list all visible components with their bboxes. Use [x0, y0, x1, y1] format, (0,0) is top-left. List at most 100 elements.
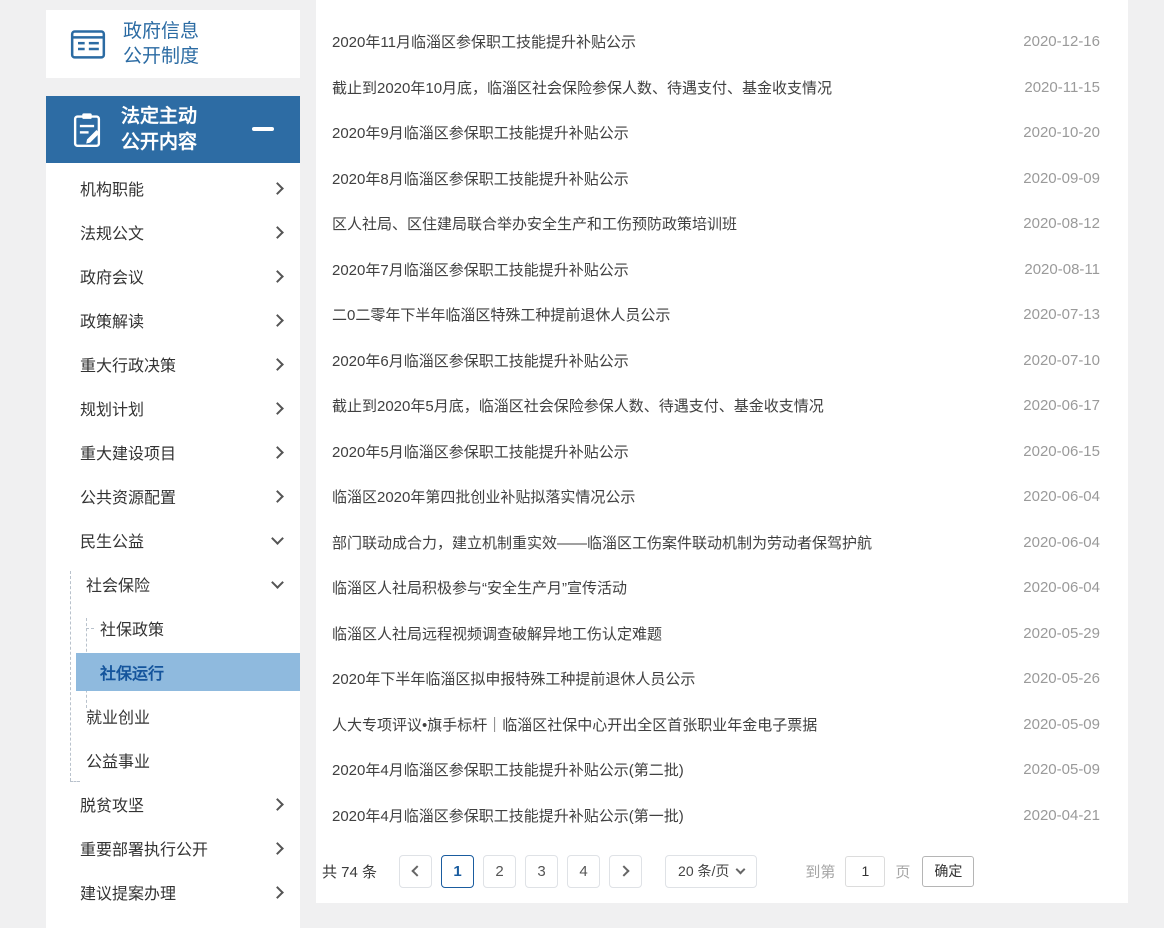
news-row[interactable]: 2020年11月临淄区参保职工技能提升补贴公示 2020-12-16: [332, 19, 1100, 65]
sidebar-item-label: 社会保险: [86, 572, 150, 596]
sidebar-item-jiuye-chuangye[interactable]: 就业创业: [46, 694, 300, 738]
page-size-select[interactable]: 20 条/页: [665, 855, 757, 888]
news-title[interactable]: 2020年4月临淄区参保职工技能提升补贴公示(第二批): [332, 759, 684, 780]
collapse-minus-icon[interactable]: [252, 127, 274, 131]
news-date: 2020-05-29: [1023, 625, 1100, 642]
page-button-3[interactable]: 3: [525, 855, 558, 888]
sidebar-item-label: 建议提案办理: [80, 880, 176, 904]
news-row[interactable]: 2020年6月临淄区参保职工技能提升补贴公示2020-07-10: [332, 338, 1100, 384]
news-title[interactable]: 二0二零年下半年临淄区特殊工种提前退休人员公示: [332, 304, 670, 325]
sidebar-item-zhongda-jianshe-xiangmu[interactable]: 重大建设项目: [46, 430, 300, 474]
news-date: 2020-05-09: [1023, 716, 1100, 733]
news-date: 2020-12-16: [1023, 33, 1100, 50]
sidebar-section-statutory-disclosure[interactable]: 法定主动 公开内容: [46, 96, 300, 163]
sidebar-item-jianyi-tian-banli[interactable]: 建议提案办理: [46, 870, 300, 914]
sidebar-item-label: 重大建设项目: [80, 440, 176, 464]
sidebar-item-gonggong-ziyuan-peizhi[interactable]: 公共资源配置: [46, 474, 300, 518]
news-title[interactable]: 2020年下半年临淄区拟申报特殊工种提前退休人员公示: [332, 668, 695, 689]
goto-page-group: 到第 页: [805, 856, 910, 887]
news-row[interactable]: 截止到2020年5月底，临淄区社会保险参保人数、待遇支付、基金收支情况2020-…: [332, 383, 1100, 429]
news-title[interactable]: 部门联动成合力，建立机制重实效——临淄区工伤案件联动机制为劳动者保驾护航: [332, 532, 872, 553]
chevron-right-icon: [271, 226, 284, 239]
next-page-button[interactable]: [609, 855, 642, 888]
news-title[interactable]: 临淄区人社局积极参与“安全生产月”宣传活动: [332, 577, 627, 598]
clipboard-pencil-icon: [68, 110, 106, 150]
sidebar-section-gov-info-disclosure[interactable]: 政府信息 公开制度: [46, 10, 300, 78]
page-size-label: 20 条/页: [678, 861, 729, 881]
page-button-2[interactable]: 2: [483, 855, 516, 888]
chevron-right-icon: [271, 402, 284, 415]
news-title[interactable]: 2020年7月临淄区参保职工技能提升补贴公示: [332, 259, 629, 280]
news-title[interactable]: 2020年11月临淄区参保职工技能提升补贴公示: [332, 31, 636, 52]
page-button-1[interactable]: 1: [441, 855, 474, 888]
news-date: 2020-05-26: [1023, 670, 1100, 687]
goto-page-input[interactable]: [845, 856, 885, 887]
news-row[interactable]: 2020年7月临淄区参保职工技能提升补贴公示 2020-08-11: [332, 247, 1100, 293]
page-button-4[interactable]: 4: [567, 855, 600, 888]
news-row[interactable]: 2020年5月临淄区参保职工技能提升补贴公示 2020-06-15: [332, 429, 1100, 475]
sidebar-item-jigou-zhineng[interactable]: 机构职能: [46, 166, 300, 210]
news-row[interactable]: 临淄区人社局远程视频调查破解异地工伤认定难题 2020-05-29: [332, 611, 1100, 657]
news-row[interactable]: 部门联动成合力，建立机制重实效——临淄区工伤案件联动机制为劳动者保驾护航 2020…: [332, 520, 1100, 566]
news-title[interactable]: 临淄区2020年第四批创业补贴拟落实情况公示: [332, 486, 635, 507]
sidebar-item-shebao-zhengce[interactable]: 社保政策: [46, 606, 300, 650]
news-date: 2020-08-11: [1024, 261, 1100, 278]
news-title[interactable]: 截止到2020年10月底，临淄区社会保险参保人数、待遇支付、基金收支情况: [332, 77, 832, 98]
sidebar-item-label: 政府会议: [80, 264, 144, 288]
sidebar-item-label: 社保政策: [100, 616, 164, 640]
news-title[interactable]: 2020年5月临淄区参保职工技能提升补贴公示: [332, 441, 629, 462]
news-row[interactable]: 区人社局、区住建局联合举办安全生产和工伤预防政策培训班2020-08-12: [332, 201, 1100, 247]
prev-page-button[interactable]: [399, 855, 432, 888]
news-row[interactable]: 2020年8月临淄区参保职工技能提升补贴公示2020-09-09: [332, 156, 1100, 202]
sidebar-section-title: 法定主动 公开内容: [121, 104, 197, 154]
sidebar-item-label: 就业创业: [86, 704, 150, 728]
news-title[interactable]: 截止到2020年5月底，临淄区社会保险参保人数、待遇支付、基金收支情况: [332, 395, 824, 416]
chevron-right-icon: [271, 270, 284, 283]
sidebar-item-label: 脱贫攻坚: [80, 792, 144, 816]
news-date: 2020-05-09: [1023, 761, 1100, 778]
news-row[interactable]: 临淄区2020年第四批创业补贴拟落实情况公示2020-06-04: [332, 474, 1100, 520]
sidebar-item-label: 政策解读: [80, 308, 144, 332]
news-row[interactable]: 人大专项评议•旗手标杆｜临淄区社保中心开出全区首张职业年金电子票据 2020-05…: [332, 702, 1100, 748]
sidebar-item-minsheng-gongyi[interactable]: 民生公益: [46, 518, 300, 562]
sidebar-item-label: 公益事业: [86, 748, 150, 772]
news-date: 2020-04-21: [1023, 807, 1100, 824]
news-date: 2020-06-15: [1023, 443, 1100, 460]
news-title[interactable]: 2020年4月临淄区参保职工技能提升补贴公示(第一批): [332, 805, 684, 826]
news-title[interactable]: 2020年9月临淄区参保职工技能提升补贴公示: [332, 122, 629, 143]
sidebar-item-guihua-jihua[interactable]: 规划计划: [46, 386, 300, 430]
goto-suffix-label: 页: [895, 861, 910, 882]
news-row[interactable]: 临淄区人社局积极参与“安全生产月”宣传活动2020-06-04: [332, 565, 1100, 611]
news-row[interactable]: 二0二零年下半年临淄区特殊工种提前退休人员公示2020-07-13: [332, 292, 1100, 338]
confirm-button[interactable]: 确定: [922, 856, 974, 887]
news-title[interactable]: 人大专项评议•旗手标杆｜临淄区社保中心开出全区首张职业年金电子票据: [332, 714, 817, 735]
news-title[interactable]: 区人社局、区住建局联合举办安全生产和工伤预防政策培训班: [332, 213, 737, 234]
chevron-right-icon: [271, 798, 284, 811]
total-count-label: 共 74 条: [322, 861, 377, 882]
chevron-down-icon: [736, 865, 746, 875]
sidebar-item-zhongda-xingzheng-juece[interactable]: 重大行政决策: [46, 342, 300, 386]
sidebar-item-shehui-baoxian[interactable]: 社会保险: [46, 562, 300, 606]
news-row[interactable]: 2020年4月临淄区参保职工技能提升补贴公示(第一批) 2020-04-21: [332, 793, 1100, 839]
news-row[interactable]: 2020年下半年临淄区拟申报特殊工种提前退休人员公示 2020-05-26: [332, 656, 1100, 702]
sidebar-item-gongyi-shiye[interactable]: 公益事业: [46, 738, 300, 782]
sidebar-item-zhongyao-bushu-zhixing-gongkai[interactable]: 重要部署执行公开: [46, 826, 300, 870]
sidebar-section-title: 政府信息 公开制度: [123, 19, 199, 69]
news-title[interactable]: 2020年6月临淄区参保职工技能提升补贴公示: [332, 350, 629, 371]
news-row[interactable]: 截止到2020年10月底，临淄区社会保险参保人数、待遇支付、基金收支情况2020…: [332, 65, 1100, 111]
news-row[interactable]: 2020年4月临淄区参保职工技能提升补贴公示(第二批) 2020-05-09: [332, 747, 1100, 793]
sidebar-item-fagui-gongwen[interactable]: 法规公文: [46, 210, 300, 254]
news-date: 2020-06-04: [1023, 534, 1100, 551]
sidebar-item-zhengce-jiedu[interactable]: 政策解读: [46, 298, 300, 342]
news-title[interactable]: 临淄区人社局远程视频调查破解异地工伤认定难题: [332, 623, 662, 644]
news-row[interactable]: 2020年9月临淄区参保职工技能提升补贴公示2020-10-20: [332, 110, 1100, 156]
sidebar-item-zhengfu-huiyi[interactable]: 政府会议: [46, 254, 300, 298]
sidebar-item-label: 社保运行: [100, 660, 164, 684]
news-title[interactable]: 2020年8月临淄区参保职工技能提升补贴公示: [332, 168, 629, 189]
chevron-right-icon: [271, 490, 284, 503]
sidebar-item-tuopin-gongjian[interactable]: 脱贫攻坚: [46, 782, 300, 826]
news-list: 2020年11月临淄区参保职工技能提升补贴公示 2020-12-16 截止到202…: [316, 0, 1128, 838]
chevron-right-icon: [618, 865, 629, 876]
sidebar-item-shebao-yunxing-selected[interactable]: 社保运行: [76, 653, 300, 691]
sidebar-item-label: 民生公益: [80, 528, 144, 552]
